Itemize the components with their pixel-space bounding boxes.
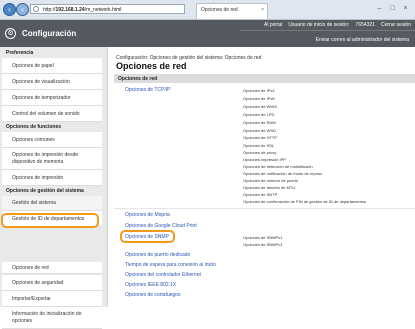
section-header-bar	[114, 74, 415, 83]
network-highlight-ring	[1, 213, 99, 228]
header-user-bar: Al portal Usuario de inicio de sesión: 7…	[264, 20, 415, 30]
page-title: Opciones de red	[116, 61, 187, 71]
sidebar-item-init-info[interactable]: Información de inicialización de opcione…	[2, 307, 102, 329]
tab-close-icon[interactable]: ×	[261, 4, 264, 17]
tcpip-sub-ssl[interactable]: Opciones de SSL	[243, 143, 274, 148]
sidebar-item-network[interactable]: Opciones de red	[2, 262, 102, 274]
app-title: Configuración	[22, 29, 77, 38]
mail-admin-link[interactable]: Enviar correo al administrador del siste…	[316, 37, 409, 43]
tcpip-sub-lpd[interactable]: Opciones de LPD	[243, 112, 274, 117]
snmp-sub-v1[interactable]: Opciones de SNMPv1	[243, 235, 282, 240]
tcpip-sub-ipv4[interactable]: Opciones de IPv4	[243, 88, 275, 93]
tcpip-sub-mtu[interactable]: Opciones de tamaño de MTU	[243, 185, 295, 190]
tab-title: Opciones de red	[201, 7, 238, 13]
tcpip-sub-pin[interactable]: Opciones de confirmación de PIN de gesti…	[243, 199, 366, 204]
address-host: 192.168.1.24	[55, 7, 85, 13]
tcpip-sub-port[interactable]: Opciones de número de puerto	[243, 178, 298, 183]
sidebar: Preferencia Opciones de papel Opciones d…	[0, 47, 108, 329]
header-divider	[240, 30, 415, 31]
sidebar-item-volume[interactable]: Control del volumen de sonido	[2, 106, 102, 122]
settings-logo-icon: ⚙	[5, 28, 16, 39]
logout-link[interactable]: Cerrar sesión	[381, 22, 411, 28]
user-value: 7654321	[355, 22, 375, 28]
sidebar-item-paper[interactable]: Opciones de papel	[2, 58, 102, 74]
sidebar-item-common[interactable]: Opciones comunes	[2, 132, 102, 148]
back-button[interactable]: ‹	[3, 3, 16, 16]
tcpip-sub-sntp[interactable]: Opciones de SNTP	[243, 192, 277, 197]
dedicated-port-link[interactable]: Opciones de puerto dedicado	[125, 252, 190, 258]
sidebar-item-security[interactable]: Opciones de seguridad	[2, 275, 102, 291]
page-icon	[33, 6, 39, 12]
sidebar-heading-management: Opciones de gestión del sistema	[6, 188, 84, 194]
tcpip-sub-wsd[interactable]: Opciones de WSD	[243, 128, 276, 133]
tcpip-sub-raw[interactable]: Opciones de RAW	[243, 120, 276, 125]
sidebar-item-timer[interactable]: Opciones de temporizador	[2, 90, 102, 106]
tcpip-sub-ipv6[interactable]: Opciones de IPv6	[243, 96, 275, 101]
app-header: ⚙ Configuración Al portal Usuario de ini…	[0, 20, 415, 47]
tcpip-sub-ipp[interactable]: Opciones impresión IPP	[243, 157, 286, 162]
startup-wait-link[interactable]: Tiempo de espera para conexión al inicio	[125, 262, 216, 268]
browser-tab[interactable]: Opciones de red ×	[196, 3, 268, 19]
sidebar-item-print[interactable]: Opciones de impresión	[2, 170, 102, 186]
google-cloud-print-link[interactable]: Opciones de Google Cloud Print	[125, 223, 197, 229]
address-path: /m_network.html	[84, 7, 122, 13]
maximize-icon[interactable]: □	[388, 4, 397, 13]
tcpip-link[interactable]: Opciones de TCP/IP	[125, 87, 171, 93]
mopria-link[interactable]: Opciones de Mopria	[125, 212, 170, 218]
sidebar-heading-functions: Opciones de funciones	[6, 124, 62, 130]
ethernet-link[interactable]: Opciones del controlador Ethernet	[125, 272, 201, 278]
sidebar-item-import-export[interactable]: Importar/Exportar	[2, 291, 102, 307]
tcpip-sub-proxy[interactable]: Opciones de proxy	[243, 150, 276, 155]
firewall-link[interactable]: Opciones de cortafuegos	[125, 292, 181, 298]
snmp-highlight-ring	[120, 230, 175, 243]
portal-link[interactable]: Al portal	[264, 22, 282, 28]
divider	[114, 208, 415, 209]
address-bar[interactable]: http://192.168.1.24/m_network.html	[30, 4, 185, 14]
tcpip-sub-wins[interactable]: Opciones de WINS	[243, 104, 277, 109]
sidebar-item-system[interactable]: Gestión del sistema	[2, 196, 102, 211]
window-close-icon[interactable]: ×	[401, 4, 410, 13]
sidebar-item-display[interactable]: Opciones de visualización	[2, 74, 102, 90]
snmp-sub-v3[interactable]: Opciones de SNMPv3	[243, 242, 282, 247]
tcpip-sub-multicast[interactable]: Opciones de detección de multidifusión	[243, 164, 313, 169]
minimize-icon[interactable]: –	[375, 4, 384, 13]
user-label: Usuario de inicio de sesión:	[288, 22, 350, 28]
tcpip-sub-http[interactable]: Opciones de HTTP	[243, 135, 277, 140]
sidebar-heading-preference: Preferencia	[6, 50, 34, 56]
tcpip-sub-sleep[interactable]: Opciones de notificación de modo de repo…	[243, 171, 322, 176]
section-header: Opciones de red	[118, 76, 158, 82]
address-prefix: http://	[43, 7, 56, 13]
sidebar-item-memory-print[interactable]: Opciones de impresión desde dispositivo …	[2, 148, 102, 170]
forward-button[interactable]: ›	[16, 3, 29, 16]
browser-toolbar: ‹ › http://192.168.1.24/m_network.html O…	[0, 0, 415, 20]
ieee-link[interactable]: Opciones IEEE 802.1X	[125, 282, 176, 288]
